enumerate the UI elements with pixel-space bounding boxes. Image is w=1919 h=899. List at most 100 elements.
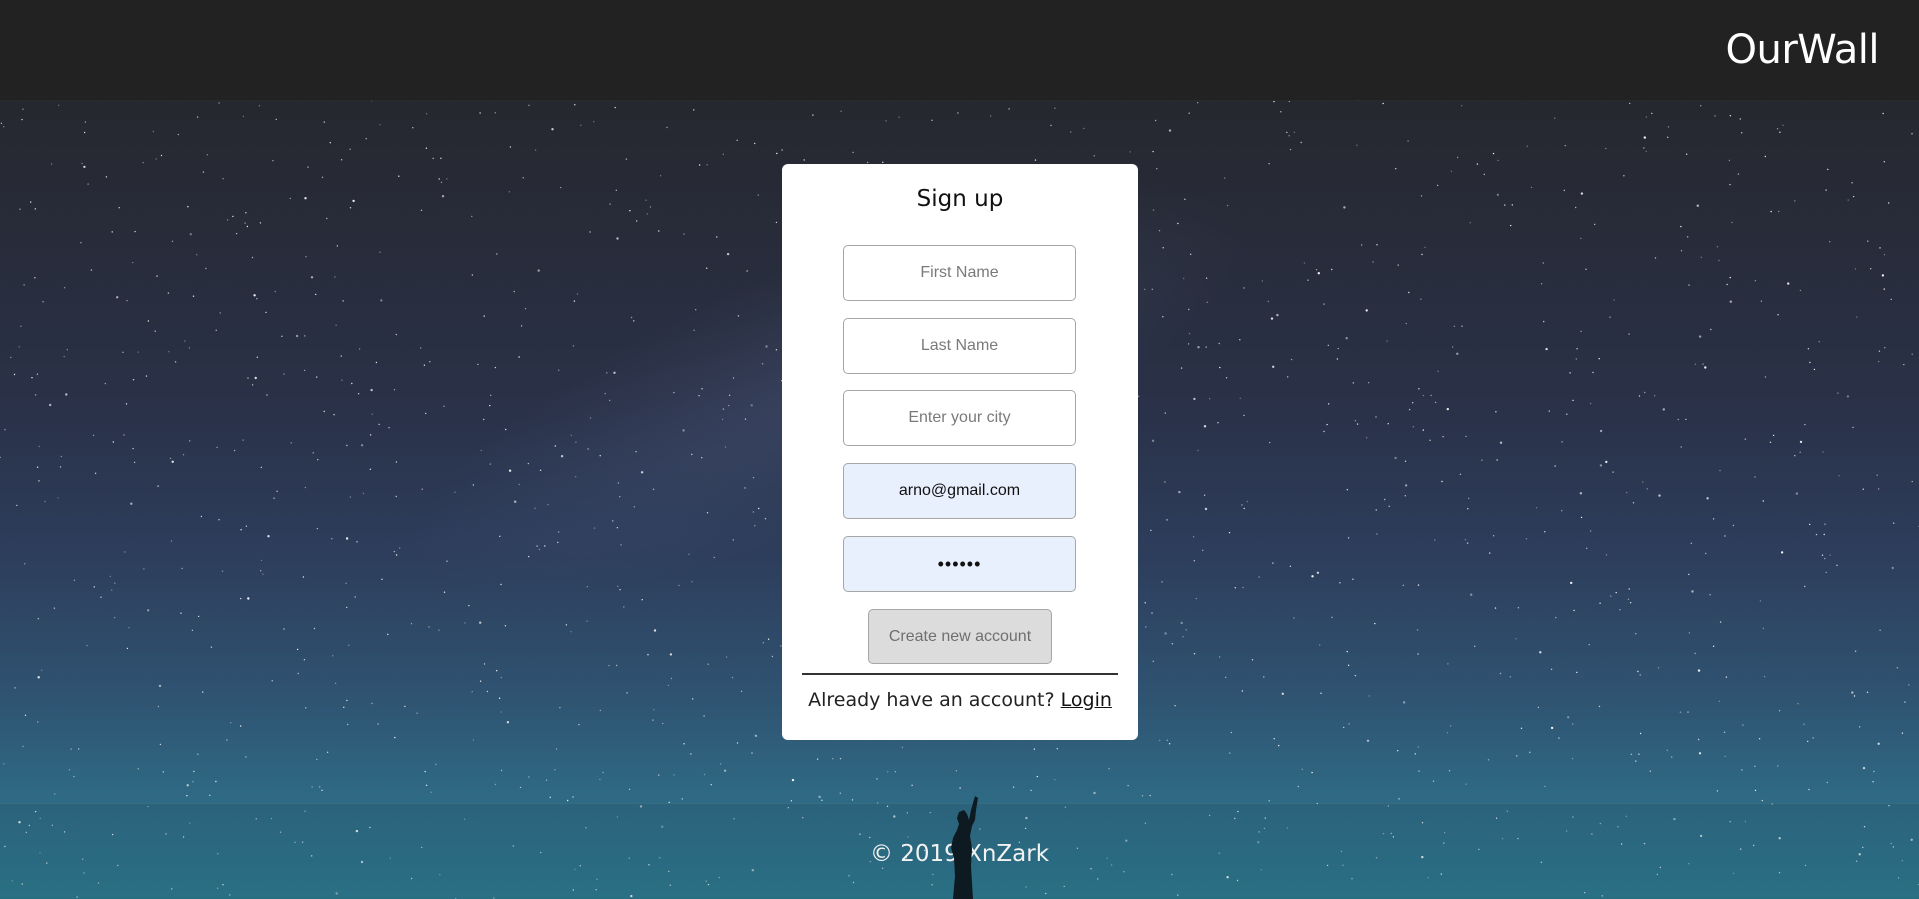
star (1303, 262, 1306, 264)
star (260, 559, 263, 562)
star (21, 118, 23, 121)
star (336, 245, 338, 247)
star (1651, 112, 1653, 115)
star (496, 670, 498, 672)
star (1345, 337, 1348, 340)
star (370, 388, 373, 392)
city-input[interactable] (843, 390, 1076, 446)
star (1770, 210, 1772, 213)
star (345, 582, 347, 584)
star (1883, 288, 1886, 290)
star (575, 476, 577, 478)
star (1731, 221, 1733, 224)
star (619, 589, 621, 591)
star (132, 447, 134, 450)
star (1417, 584, 1420, 586)
star (1356, 144, 1358, 146)
star (649, 206, 652, 208)
star (652, 488, 655, 490)
first-name-input[interactable] (843, 245, 1076, 301)
star (58, 104, 60, 107)
star (534, 149, 537, 151)
star (1234, 587, 1237, 589)
star (351, 382, 353, 385)
star (1420, 195, 1423, 197)
star (14, 687, 16, 689)
star (244, 222, 246, 224)
star (271, 680, 273, 682)
star (494, 112, 496, 114)
star (295, 334, 299, 338)
star (1197, 346, 1200, 349)
star (821, 799, 823, 801)
star (356, 541, 358, 543)
star (35, 394, 37, 396)
star (489, 463, 491, 465)
star (1598, 358, 1600, 360)
star (1414, 753, 1417, 755)
star (343, 706, 345, 708)
star (572, 796, 574, 798)
star (1598, 705, 1601, 708)
star (1877, 742, 1880, 745)
password-input[interactable] (843, 536, 1076, 592)
star (612, 520, 614, 522)
star (628, 788, 631, 790)
star (1542, 262, 1545, 264)
star (1492, 535, 1495, 537)
star (1331, 268, 1333, 271)
star (544, 545, 546, 547)
star (1162, 247, 1164, 249)
star (1638, 753, 1640, 755)
star (1589, 402, 1592, 405)
star (1202, 549, 1204, 551)
brand-logo[interactable]: OurWall (1725, 26, 1879, 74)
star (508, 469, 512, 472)
create-account-button[interactable]: Create new account (868, 609, 1052, 664)
star (764, 518, 767, 520)
star (342, 300, 344, 302)
star (167, 292, 170, 294)
star (659, 175, 662, 177)
star (147, 609, 150, 612)
star (1642, 481, 1644, 483)
star (66, 349, 69, 351)
star (1822, 451, 1824, 453)
star (42, 301, 44, 303)
star (169, 457, 172, 460)
star (130, 502, 133, 505)
star (1594, 223, 1596, 226)
star (1461, 105, 1463, 107)
star (1483, 173, 1486, 176)
star (24, 563, 26, 565)
star (1206, 301, 1208, 303)
star (538, 548, 541, 551)
star (1893, 522, 1895, 524)
star (723, 769, 727, 772)
star (1654, 395, 1656, 397)
star (1571, 757, 1574, 760)
star (425, 147, 428, 149)
star (489, 404, 491, 407)
star (1754, 280, 1757, 282)
star (1725, 676, 1728, 678)
star (1627, 598, 1630, 600)
star (737, 315, 740, 317)
star (1643, 147, 1645, 149)
star (1550, 668, 1553, 670)
last-name-input[interactable] (843, 318, 1076, 374)
login-link[interactable]: Login (1061, 689, 1112, 711)
star (1688, 573, 1690, 576)
star (275, 118, 277, 121)
star (73, 579, 76, 581)
star (1712, 645, 1715, 647)
email-input[interactable] (843, 463, 1076, 519)
star (1432, 780, 1435, 782)
star (1795, 492, 1799, 495)
star (539, 469, 542, 471)
star (323, 121, 325, 123)
star (1138, 395, 1140, 397)
star (371, 702, 373, 705)
star (1166, 519, 1168, 521)
star (1404, 484, 1408, 487)
